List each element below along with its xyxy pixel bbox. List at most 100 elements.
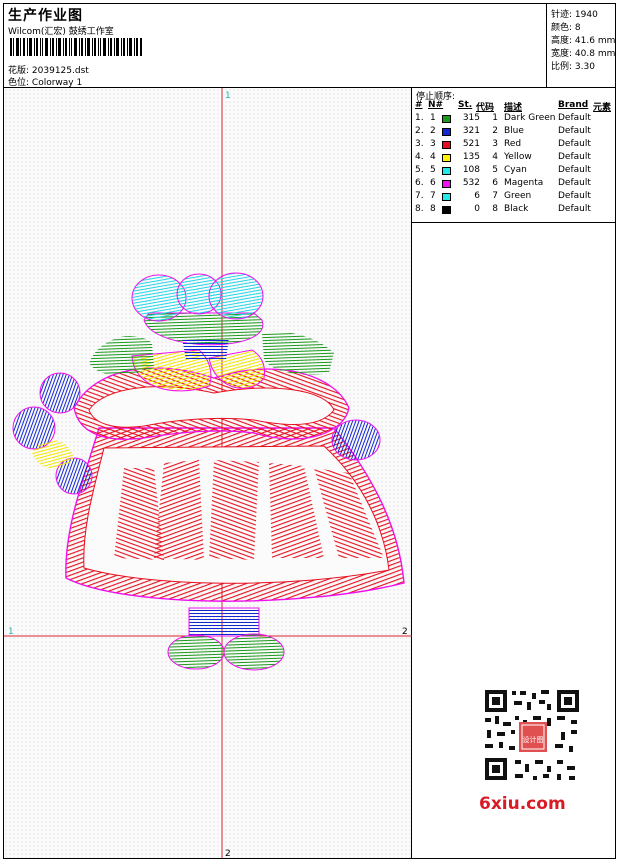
colorway-label: 色位: <box>8 78 30 88</box>
row-code: 5 <box>492 165 498 175</box>
col-brand: Brand <box>558 100 589 110</box>
sequence-row: 7. 7 6 7 Green Default <box>412 191 615 204</box>
stat-label: 宽度: <box>551 49 573 59</box>
dress-collar <box>73 367 350 440</box>
stat-value: 8 <box>574 23 581 33</box>
stat-stitches: 针迹: 1940 <box>551 7 598 20</box>
row-description: Green <box>504 191 532 201</box>
row-stitches: 532 <box>462 178 480 188</box>
stat-colors: 颜色: 8 <box>551 20 581 33</box>
color-swatch <box>442 154 451 162</box>
seal-text: 设计图 <box>523 735 544 744</box>
stat-value: 1940 <box>574 10 598 20</box>
col-nnum: N# <box>428 100 444 110</box>
row-code: 3 <box>492 139 498 149</box>
row-brand: Default <box>558 165 591 175</box>
row-stitches: 6 <box>474 191 480 201</box>
row-description: Magenta <box>504 178 544 188</box>
col-code: 代码 <box>476 103 495 113</box>
blue-waistband <box>188 607 260 637</box>
row-stitches: 0 <box>474 204 480 214</box>
design-stats: 针迹: 1940 颜色: 8 高度: 41.6 mm 宽度: 40.8 mm 比… <box>546 4 615 88</box>
watermark-site: 6xiu.com <box>479 794 566 814</box>
production-sheet: 生产作业图 Wilcom(汇宏) 鼓绣工作室 花版: 2039125.dst 色… <box>3 3 616 859</box>
sheet-subtitle: Wilcom(汇宏) 鼓绣工作室 <box>8 27 114 37</box>
sequence-row: 4. 4 135 4 Yellow Default <box>412 152 615 165</box>
design-canvas[interactable]: 1 1 2 2 <box>4 88 412 859</box>
row-index: 8. <box>415 204 424 214</box>
embroidery-preview: 1 1 2 2 <box>4 88 412 859</box>
row-description: Dark Green <box>504 113 556 123</box>
axis-mark-left: 1 <box>8 627 14 637</box>
row-code: 2 <box>492 126 498 136</box>
row-code: 6 <box>492 178 498 188</box>
color-swatch <box>442 167 451 175</box>
row-index: 7. <box>415 191 424 201</box>
row-description: Yellow <box>504 152 532 162</box>
row-stitches: 108 <box>462 165 480 175</box>
color-swatch <box>442 180 451 188</box>
flower-right <box>331 419 381 461</box>
flower-cluster-left <box>12 372 93 495</box>
row-code: 8 <box>492 204 498 214</box>
stat-label: 高度: <box>551 36 573 46</box>
row-brand: Default <box>558 139 591 149</box>
row-index: 2. <box>415 126 424 136</box>
green-foot-left <box>167 634 225 670</box>
sequence-row: 3. 3 521 3 Red Default <box>412 139 615 152</box>
axis-mark-bottom: 2 <box>225 849 231 858</box>
stop-sequence-table: 停止顺序: # N# St. 代码 描述 Brand 元素 1. 1 315 1 Dar… <box>412 88 615 223</box>
row-brand: Default <box>558 113 591 123</box>
row-brand: Default <box>558 191 591 201</box>
col-description: 描述 <box>504 103 523 113</box>
row-description: Blue <box>504 126 524 136</box>
color-swatch <box>442 115 451 123</box>
row-index: 3. <box>415 139 424 149</box>
sequence-header: # N# St. 代码 描述 Brand 元素 <box>412 100 615 113</box>
stat-scale: 比例: 3.30 <box>551 59 595 72</box>
row-brand: Default <box>558 204 591 214</box>
color-swatch <box>442 141 451 149</box>
row-stop-number: 7 <box>430 191 436 201</box>
row-description: Black <box>504 204 529 214</box>
color-swatch <box>442 128 451 136</box>
row-stitches: 321 <box>462 126 480 136</box>
row-code: 7 <box>492 191 498 201</box>
stat-label: 比例: <box>551 62 573 72</box>
row-stop-number: 3 <box>430 139 436 149</box>
row-index: 5. <box>415 165 424 175</box>
sequence-row: 5. 5 108 5 Cyan Default <box>412 165 615 178</box>
row-stop-number: 8 <box>430 204 436 214</box>
row-stop-number: 2 <box>430 126 436 136</box>
stat-value: 41.6 mm <box>574 36 616 46</box>
color-swatch <box>442 193 451 201</box>
stat-value: 3.30 <box>574 62 595 72</box>
color-swatch <box>442 206 451 214</box>
row-description: Cyan <box>504 165 527 175</box>
green-arm-left <box>89 335 154 375</box>
qr-code: 设计图 <box>477 686 587 786</box>
colorway-value: Colorway 1 <box>31 78 83 88</box>
green-foot-right <box>223 633 285 671</box>
row-stitches: 135 <box>462 152 480 162</box>
blue-bow <box>182 338 229 360</box>
stat-label: 颜色: <box>551 23 573 33</box>
row-code: 1 <box>492 113 498 123</box>
row-index: 1. <box>415 113 424 123</box>
header-info: 生产作业图 Wilcom(汇宏) 鼓绣工作室 花版: 2039125.dst 色… <box>4 4 546 88</box>
row-stitches: 315 <box>462 113 480 123</box>
col-hash: # <box>415 100 423 110</box>
row-stitches: 521 <box>462 139 480 149</box>
sequence-row: 8. 8 0 8 Black Default <box>412 204 615 217</box>
row-brand: Default <box>558 152 591 162</box>
row-code: 4 <box>492 152 498 162</box>
row-stop-number: 5 <box>430 165 436 175</box>
col-stitches: St. <box>458 100 473 110</box>
row-description: Red <box>504 139 522 149</box>
sequence-row: 1. 1 315 1 Dark Green Default <box>412 113 615 126</box>
stat-label: 针迹: <box>551 10 573 20</box>
row-brand: Default <box>558 178 591 188</box>
row-index: 6. <box>415 178 424 188</box>
axis-mark-right: 2 <box>402 627 408 637</box>
sequence-row: 6. 6 532 6 Magenta Default <box>412 178 615 191</box>
